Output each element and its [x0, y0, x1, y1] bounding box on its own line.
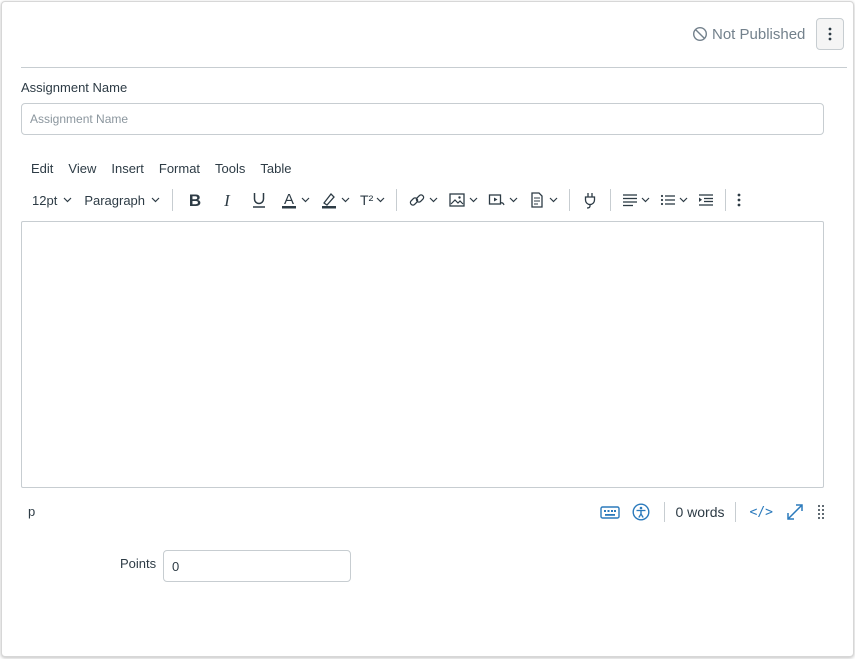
- keyboard-shortcuts-button[interactable]: [594, 504, 626, 520]
- accessibility-icon: [632, 503, 650, 521]
- editor-toolbar: 12pt Paragraph B I A T²: [26, 186, 746, 214]
- link-button[interactable]: [403, 186, 443, 214]
- editor-menubar: Edit View Insert Format Tools Table: [21, 158, 296, 178]
- align-left-icon: [622, 192, 638, 208]
- expand-icon: [785, 502, 805, 522]
- apps-plugin-button[interactable]: [576, 186, 604, 214]
- statusbar-separator: [664, 502, 666, 522]
- media-button[interactable]: [483, 186, 523, 214]
- document-icon: [528, 191, 546, 209]
- italic-button[interactable]: I: [211, 186, 243, 214]
- list-button[interactable]: [655, 186, 693, 214]
- points-label: Points: [120, 556, 157, 571]
- element-path[interactable]: p: [28, 504, 35, 519]
- statusbar-tools: 0 words </>: [594, 498, 827, 526]
- chevron-down-icon: [151, 197, 160, 203]
- menu-insert[interactable]: Insert: [101, 158, 149, 178]
- menu-format[interactable]: Format: [149, 158, 205, 178]
- toolbar-separator: [172, 189, 174, 211]
- document-button[interactable]: [523, 186, 563, 214]
- chevron-down-icon: [429, 197, 438, 203]
- menu-view[interactable]: View: [58, 158, 101, 178]
- statusbar-separator: [734, 502, 736, 522]
- highlight-color-button[interactable]: [315, 186, 355, 214]
- kebab-vertical-icon: [828, 27, 832, 41]
- svg-text:I: I: [223, 191, 231, 210]
- toolbar-separator: [725, 189, 727, 211]
- header-divider: [21, 67, 847, 68]
- accessibility-checker-button[interactable]: [626, 503, 656, 521]
- keyboard-icon: [600, 504, 621, 520]
- image-button[interactable]: [443, 186, 483, 214]
- image-icon: [448, 191, 466, 209]
- svg-text:B: B: [189, 191, 201, 210]
- chevron-down-icon: [549, 197, 558, 203]
- chevron-down-icon: [376, 197, 385, 203]
- chevron-down-icon: [341, 197, 350, 203]
- chevron-down-icon: [679, 197, 688, 203]
- underline-icon: [248, 189, 270, 211]
- toolbar-separator: [396, 189, 398, 211]
- indent-button[interactable]: [693, 186, 719, 214]
- more-toolbar-button[interactable]: [732, 186, 746, 214]
- align-button[interactable]: [617, 186, 655, 214]
- menu-table[interactable]: Table: [250, 158, 296, 178]
- toolbar-separator: [610, 189, 612, 211]
- font-size-dropdown[interactable]: 12pt: [26, 186, 78, 214]
- chevron-down-icon: [63, 197, 72, 203]
- not-published-icon: [692, 26, 708, 42]
- font-size-value: 12pt: [32, 192, 58, 208]
- highlighter-icon: [320, 189, 338, 211]
- options-menu-button[interactable]: [816, 18, 844, 50]
- text-color-button[interactable]: A: [275, 186, 315, 214]
- assignment-name-label: Assignment Name: [21, 80, 128, 95]
- chevron-down-icon: [301, 197, 310, 203]
- publish-status[interactable]: Not Published: [692, 24, 805, 44]
- chevron-down-icon: [509, 197, 518, 203]
- fullscreen-button[interactable]: [779, 502, 811, 522]
- menu-edit[interactable]: Edit: [21, 158, 58, 178]
- assignment-name-input[interactable]: [21, 103, 824, 135]
- chevron-down-icon: [641, 197, 650, 203]
- html-editor-toggle[interactable]: </>: [744, 505, 779, 520]
- bold-icon: B: [184, 189, 206, 211]
- bullet-list-icon: [660, 192, 676, 208]
- block-format-value: Paragraph: [84, 192, 146, 208]
- rich-text-editor-area[interactable]: [21, 221, 824, 488]
- indent-icon: [698, 192, 714, 208]
- chevron-down-icon: [469, 197, 478, 203]
- media-icon: [488, 191, 506, 209]
- resize-handle[interactable]: [811, 504, 827, 520]
- header-bar: Not Published: [2, 2, 853, 67]
- text-color-icon: A: [280, 189, 298, 211]
- bold-button[interactable]: B: [179, 186, 211, 214]
- word-count[interactable]: 0 words: [673, 504, 726, 520]
- superscript-button[interactable]: T²: [355, 186, 390, 214]
- underline-button[interactable]: [243, 186, 275, 214]
- link-icon: [408, 191, 426, 209]
- editor-statusbar: p 0 words </>: [21, 498, 827, 526]
- publish-status-label: Not Published: [712, 25, 806, 43]
- points-input[interactable]: [163, 550, 351, 582]
- toolbar-separator: [569, 189, 571, 211]
- assignment-editor-window: Not Published Assignment Name Edit View …: [1, 1, 854, 657]
- block-format-dropdown[interactable]: Paragraph: [78, 186, 166, 214]
- superscript-icon: T²: [360, 192, 374, 208]
- plug-icon: [581, 191, 599, 209]
- svg-text:A: A: [284, 191, 294, 208]
- drag-handle-icon: [817, 504, 825, 520]
- italic-icon: I: [216, 189, 238, 211]
- kebab-vertical-icon: [737, 193, 741, 207]
- menu-tools[interactable]: Tools: [205, 158, 250, 178]
